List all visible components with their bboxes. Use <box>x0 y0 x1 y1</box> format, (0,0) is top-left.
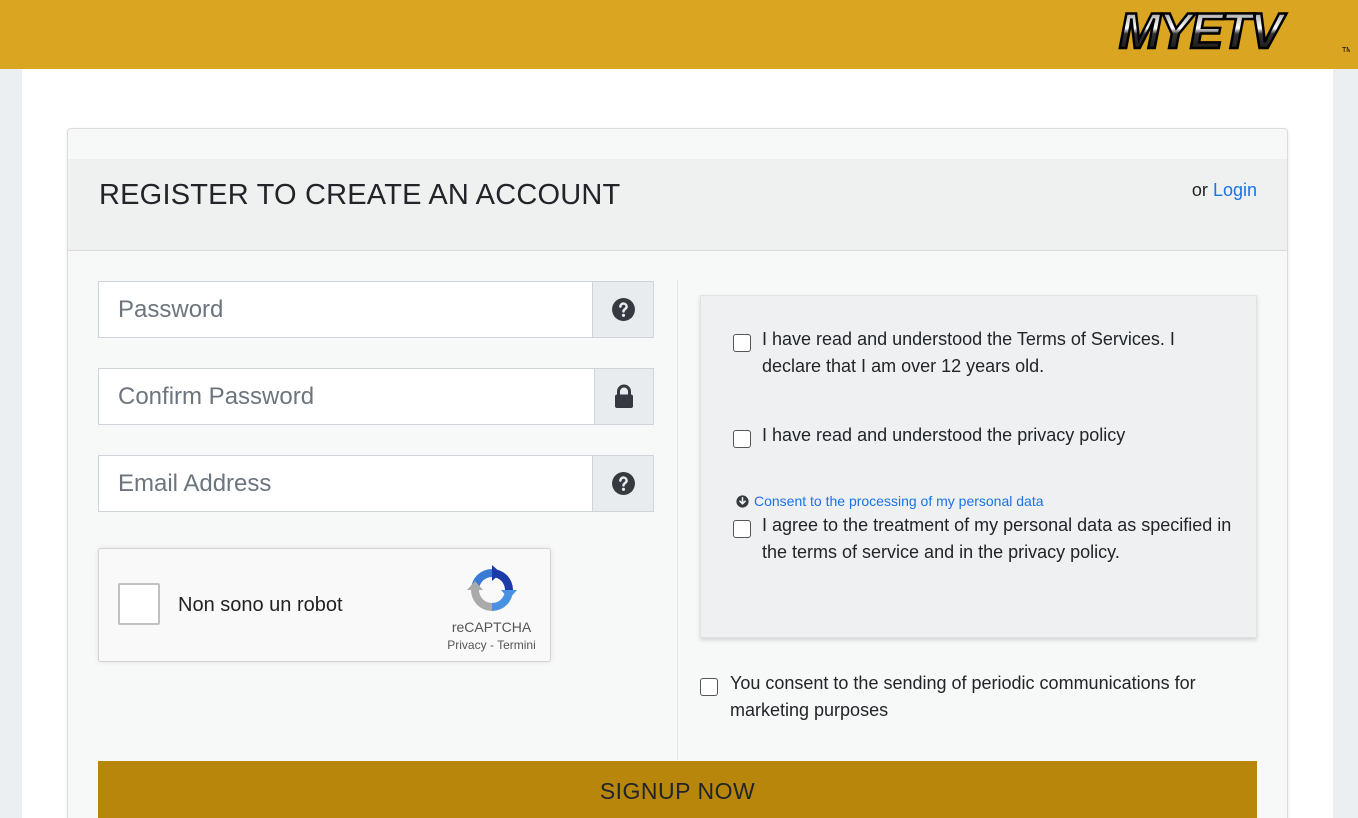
email-help-addon[interactable] <box>592 455 654 512</box>
email-input[interactable] <box>98 455 592 512</box>
terms-label: I have read and understood the Terms of … <box>762 329 1175 376</box>
signup-button[interactable]: SIGNUP NOW <box>98 761 1257 818</box>
confirm-password-input[interactable] <box>98 368 594 425</box>
recaptcha-checkbox[interactable] <box>118 583 160 625</box>
top-bar: MYETV TM <box>0 0 1358 69</box>
terms-checkbox[interactable] <box>733 334 751 352</box>
login-prefix: or <box>1191 180 1208 200</box>
column-divider <box>677 280 678 760</box>
confirm-password-group <box>98 368 654 425</box>
myetv-logo[interactable]: MYETV TM <box>1050 6 1350 58</box>
password-input[interactable] <box>98 281 592 338</box>
recaptcha-widget: Non sono un robot reCAPTCHA Privacy - Te… <box>98 548 551 662</box>
consent-panel: I have read and understood the Terms of … <box>700 295 1257 638</box>
password-help-addon[interactable] <box>592 281 654 338</box>
question-circle-icon <box>611 472 635 495</box>
logo-tm: TM <box>1342 47 1350 54</box>
logo-text: MYETV <box>1119 6 1287 58</box>
question-circle-icon <box>611 298 635 321</box>
marketing-label: You consent to the sending of periodic c… <box>730 673 1196 720</box>
recaptcha-label: Non sono un robot <box>178 594 343 616</box>
treatment-label: I agree to the treatment of my personal … <box>762 515 1232 562</box>
recaptcha-links-separator: - <box>489 638 494 652</box>
card-header: REGISTER TO CREATE AN ACCOUNT or Login <box>68 159 1287 251</box>
recaptcha-brand: reCAPTCHA <box>451 619 532 635</box>
processing-consent-link[interactable]: Consent to the processing of my personal… <box>736 493 1044 509</box>
recaptcha-logo-icon <box>467 565 517 611</box>
lock-icon <box>615 384 633 408</box>
privacy-label: I have read and understood the privacy p… <box>762 425 1126 445</box>
password-group <box>98 281 654 338</box>
recaptcha-privacy-link[interactable]: Privacy <box>447 638 486 652</box>
login-link[interactable]: Login <box>1213 180 1257 200</box>
treatment-checkbox[interactable] <box>733 520 751 538</box>
email-group <box>98 455 654 512</box>
recaptcha-links: Privacy - Termini <box>439 638 544 652</box>
page-title: REGISTER TO CREATE AN ACCOUNT <box>99 179 621 211</box>
recaptcha-terms-link[interactable]: Termini <box>497 638 536 652</box>
confirm-password-addon <box>594 368 654 425</box>
privacy-checkbox[interactable] <box>733 430 751 448</box>
login-prompt: or Login <box>1192 180 1257 201</box>
processing-consent-label: Consent to the processing of my personal… <box>754 493 1044 509</box>
arrow-circle-down-icon <box>736 494 749 508</box>
marketing-checkbox[interactable] <box>700 678 718 696</box>
